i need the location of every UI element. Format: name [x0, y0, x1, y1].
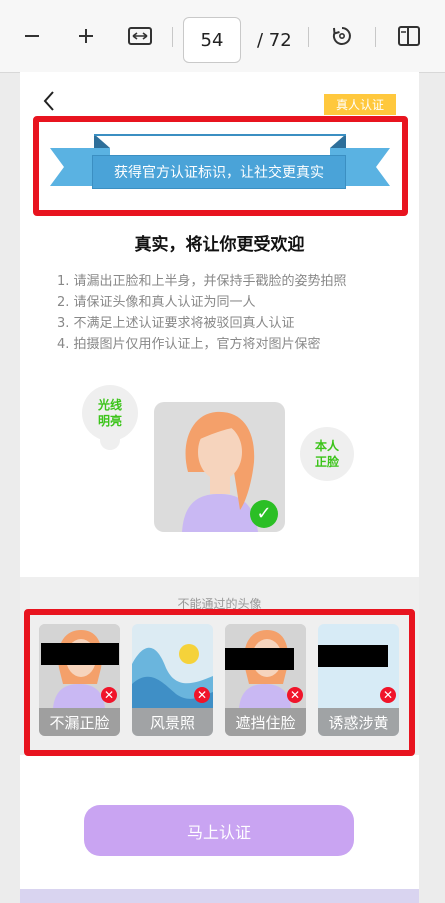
rules-list: 1. 请漏出正脸和上半身，并保持手戳脸的姿势拍照 2. 请保证头像和真人认证为同…	[57, 271, 347, 355]
toolbar-divider	[172, 27, 173, 47]
tip-bubble-face: 本人 正脸	[300, 427, 354, 481]
page-title: 真实，将让你更受欢迎	[134, 235, 305, 255]
rule-item: 4. 拍摄图片仅用作认证上，官方将对图片保密	[57, 337, 321, 352]
rule-item: 3. 不满足上述认证要求将被驳回真人认证	[57, 316, 295, 331]
plus-icon[interactable]	[72, 22, 100, 50]
check-icon: ✓	[250, 500, 278, 528]
toolbar-divider	[375, 27, 376, 47]
pdf-toolbar: 54 / 72	[0, 0, 445, 73]
bubble-tail	[100, 434, 120, 450]
next-page-preview	[20, 889, 419, 903]
banner-text: 获得官方认证标识，让社交更真实	[92, 155, 346, 189]
toolbar-divider	[308, 27, 309, 47]
highlight-box-bad-examples	[24, 609, 415, 756]
rule-item: 2. 请保证头像和真人认证为同一人	[57, 295, 256, 310]
page-total: / 72	[257, 30, 292, 51]
tip-bubble-light: 光线 明亮	[82, 385, 138, 441]
sample-avatar-photo: ✓	[154, 402, 285, 532]
rule-item: 1. 请漏出正脸和上半身，并保持手戳脸的姿势拍照	[57, 274, 347, 289]
page-number-input[interactable]: 54	[183, 17, 241, 63]
verify-now-button[interactable]: 马上认证	[84, 805, 354, 856]
fit-width-icon[interactable]	[126, 22, 154, 50]
page-view-icon[interactable]	[395, 22, 423, 50]
minus-icon[interactable]	[18, 22, 46, 50]
pdf-page: 真人认证 获得官方认证标识，让社交更真实 真实，将让你更受欢迎 1. 请漏出正脸…	[20, 72, 419, 903]
verify-badge: 真人认证	[324, 94, 396, 115]
rotate-icon[interactable]	[328, 22, 356, 50]
chevron-left-icon[interactable]	[42, 90, 56, 118]
